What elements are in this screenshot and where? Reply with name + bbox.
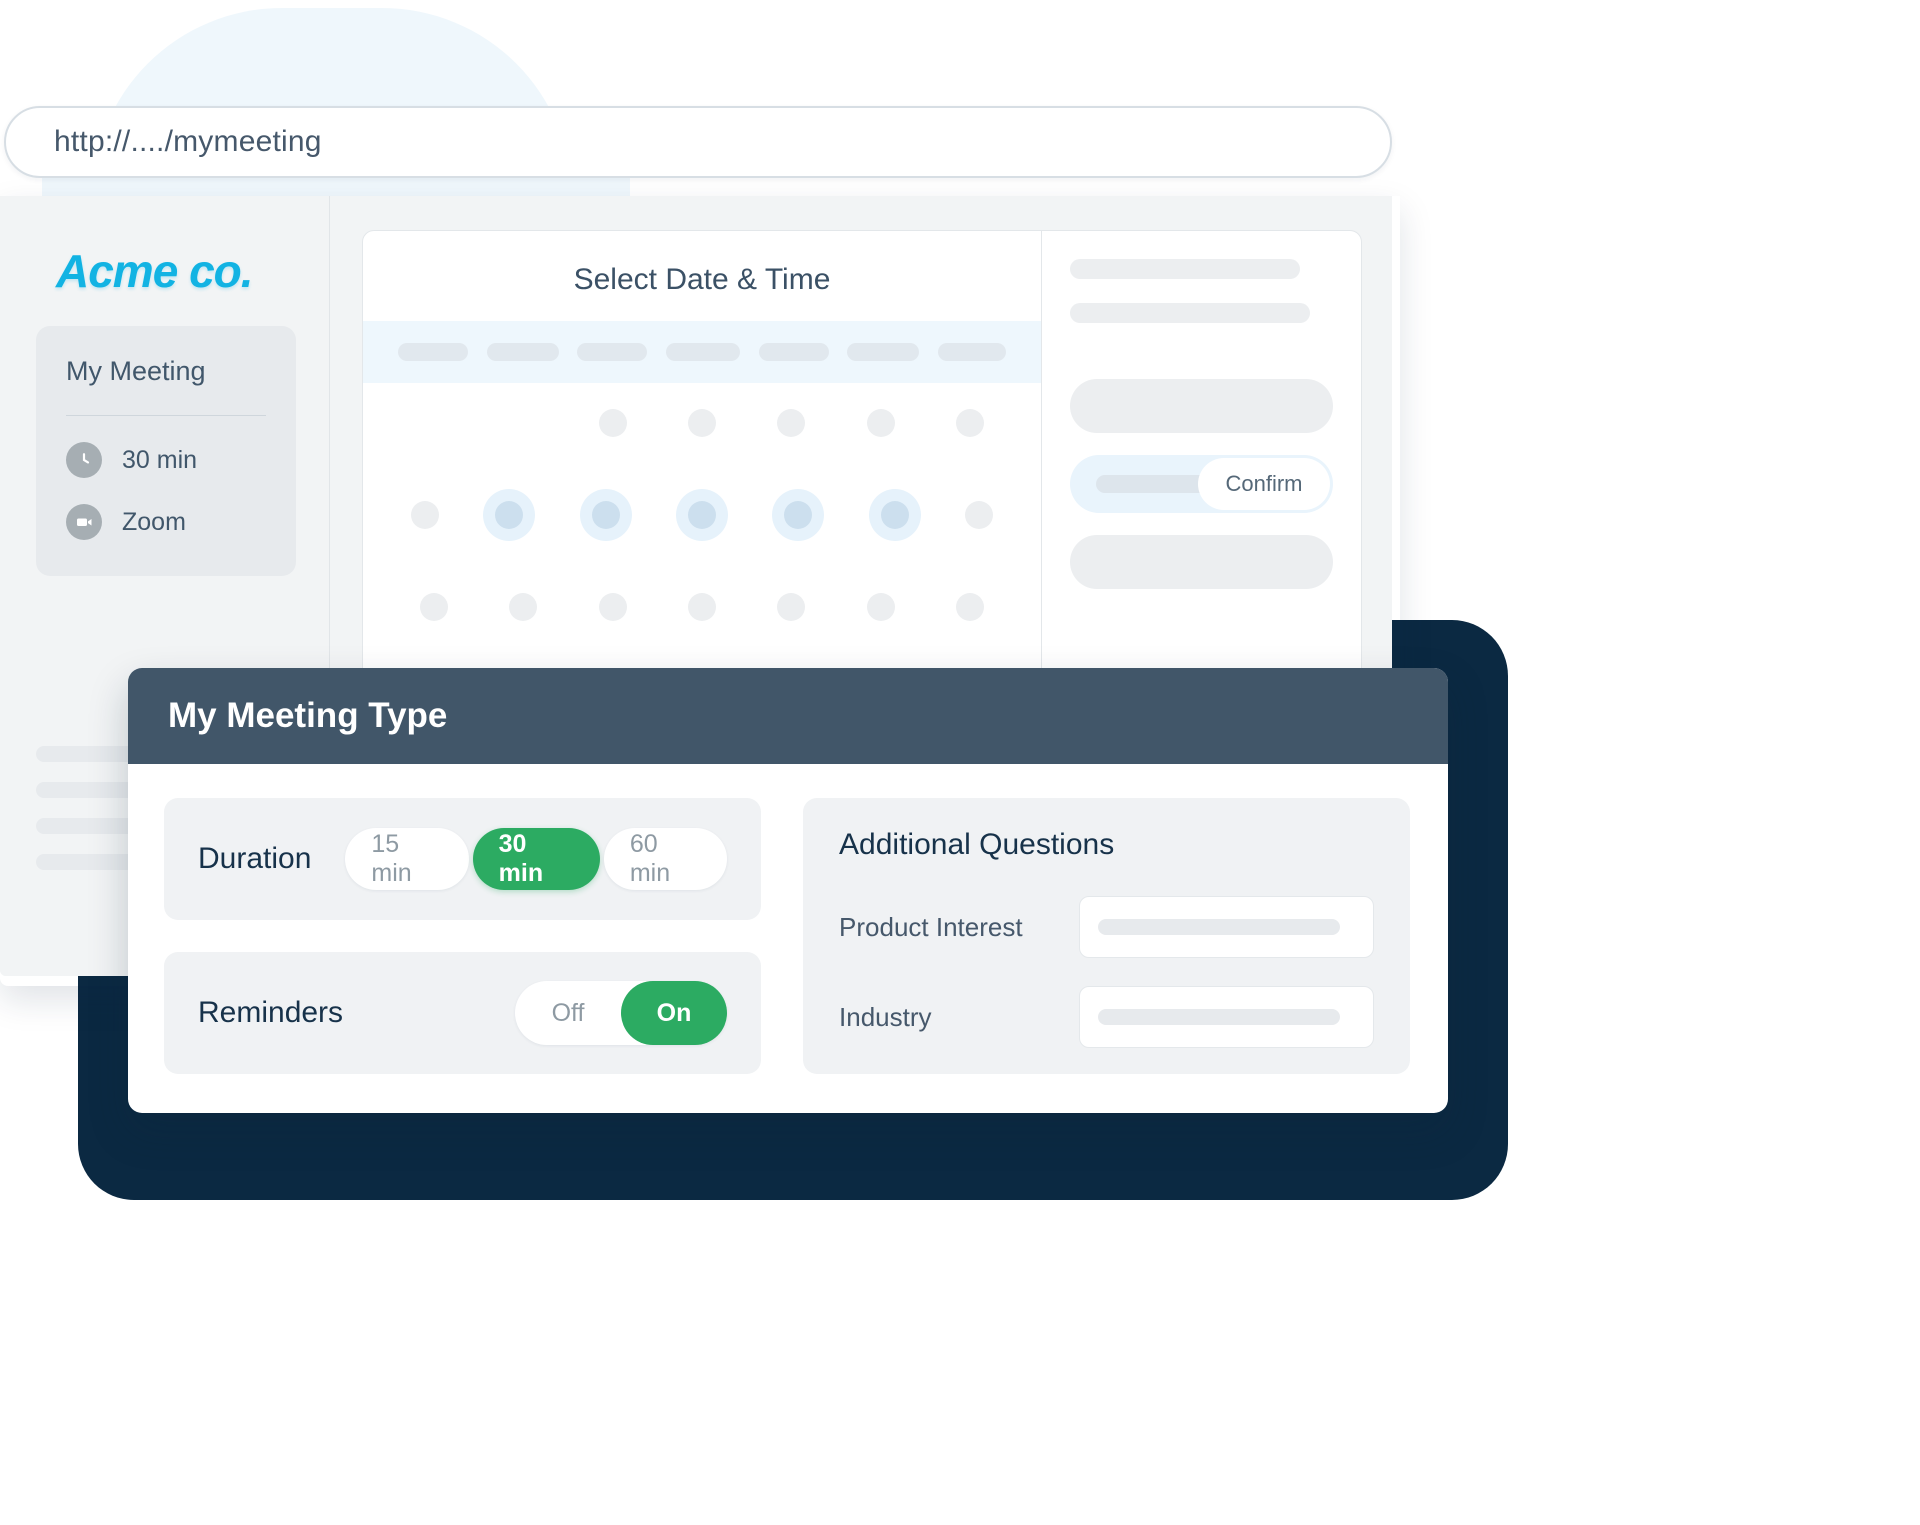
- calendar-week-row: [363, 489, 1041, 541]
- duration-segmented-control[interactable]: 15 min 30 min 60 min: [345, 828, 728, 890]
- calendar-day[interactable]: [866, 593, 895, 621]
- calendar-day[interactable]: [509, 593, 538, 621]
- weekday-pill: [486, 343, 559, 361]
- question-row-product-interest: Product Interest: [839, 896, 1374, 958]
- calendar-day-available[interactable]: [483, 489, 536, 541]
- weekday-pill: [398, 343, 469, 361]
- card-divider: [66, 415, 266, 416]
- calendar-day[interactable]: [866, 409, 895, 437]
- calendar-day-available[interactable]: [772, 489, 825, 541]
- calendar-title: Select Date & Time: [573, 263, 831, 296]
- calendar-day[interactable]: [777, 593, 806, 621]
- reminders-option-on[interactable]: On: [621, 981, 728, 1045]
- reminders-label: Reminders: [198, 996, 344, 1029]
- duration-option-30[interactable]: 30 min: [472, 828, 600, 890]
- industry-input[interactable]: [1079, 986, 1374, 1048]
- weekday-pill: [577, 343, 648, 361]
- industry-label: Industry: [839, 1001, 932, 1032]
- calendar-day[interactable]: [419, 593, 448, 621]
- calendar-day[interactable]: [956, 593, 985, 621]
- calendar-day[interactable]: [598, 409, 627, 437]
- booking-slot-placeholder[interactable]: [1070, 379, 1333, 433]
- screenshot-stage: http://..../mymeeting Acme co. My Meetin…: [0, 0, 1920, 1525]
- calendar-day[interactable]: [777, 409, 806, 437]
- brand-logo: Acme co.: [56, 245, 254, 297]
- booking-skeleton-line: [1070, 259, 1300, 279]
- calendar-day[interactable]: [411, 501, 440, 529]
- calendar-weekday-header: [363, 321, 1041, 383]
- modal-right-column: Additional Questions Product Interest In…: [803, 798, 1410, 1106]
- confirm-button[interactable]: Confirm: [1198, 458, 1330, 510]
- meeting-duration-row: 30 min: [66, 442, 296, 478]
- meeting-duration-label: 30 min: [122, 445, 198, 474]
- reminders-toggle[interactable]: Off On: [515, 981, 728, 1045]
- calendar-day-available[interactable]: [868, 489, 921, 541]
- meeting-platform-label: Zoom: [122, 507, 186, 536]
- browser-url-bar[interactable]: http://..../mymeeting: [4, 106, 1392, 178]
- additional-questions-title: Additional Questions: [839, 828, 1115, 861]
- calendar-day[interactable]: [687, 409, 716, 437]
- duration-setting-card: Duration 15 min 30 min 60 min: [164, 798, 762, 920]
- booking-skeleton-line: [1070, 303, 1310, 323]
- modal-title: My Meeting Type: [168, 696, 448, 735]
- calendar-week-row: [363, 409, 1041, 437]
- url-text: http://..../mymeeting: [54, 125, 322, 158]
- calendar-day-available[interactable]: [675, 489, 728, 541]
- calendar-day[interactable]: [598, 593, 627, 621]
- calendar-week-row: [363, 593, 1041, 621]
- calendar-day-available[interactable]: [579, 489, 632, 541]
- calendar-day-grid[interactable]: [363, 409, 1041, 673]
- weekday-pill: [758, 343, 829, 361]
- meeting-summary-card: My Meeting 30 min Zoom: [36, 326, 296, 576]
- duration-option-60[interactable]: 60 min: [603, 828, 728, 890]
- clock-icon: [66, 442, 102, 478]
- modal-header: My Meeting Type: [128, 668, 1448, 764]
- input-placeholder-bar: [1098, 919, 1340, 935]
- modal-body: Duration 15 min 30 min 60 min Reminders …: [128, 764, 1448, 1106]
- reminders-option-off[interactable]: Off: [515, 981, 621, 1045]
- product-interest-input[interactable]: [1079, 896, 1374, 958]
- weekday-pill: [847, 343, 920, 361]
- meeting-card-title: My Meeting: [66, 356, 206, 386]
- weekday-pill: [937, 343, 1006, 361]
- additional-questions-card: Additional Questions Product Interest In…: [803, 798, 1410, 1074]
- meeting-type-modal: My Meeting Type Duration 15 min 30 min 6…: [128, 668, 1448, 1113]
- video-camera-icon: [66, 504, 102, 540]
- weekday-pill: [665, 343, 740, 361]
- product-interest-label: Product Interest: [839, 911, 1023, 942]
- meeting-platform-row: Zoom: [66, 504, 296, 540]
- modal-left-column: Duration 15 min 30 min 60 min Reminders …: [164, 798, 762, 1106]
- calendar-day-blank: [420, 409, 448, 437]
- duration-option-15[interactable]: 15 min: [345, 828, 469, 890]
- calendar-day-blank: [509, 409, 537, 437]
- calendar-day[interactable]: [956, 409, 985, 437]
- booking-slot-placeholder[interactable]: [1070, 535, 1333, 589]
- question-row-industry: Industry: [839, 986, 1374, 1048]
- booking-selected-slot-row[interactable]: Confirm: [1070, 455, 1333, 513]
- reminders-setting-card: Reminders Off On: [164, 952, 762, 1074]
- calendar-day[interactable]: [687, 593, 716, 621]
- input-placeholder-bar: [1098, 1009, 1340, 1025]
- calendar-day[interactable]: [964, 501, 993, 529]
- selected-slot-label-placeholder: [1096, 475, 1214, 493]
- duration-label: Duration: [198, 842, 312, 875]
